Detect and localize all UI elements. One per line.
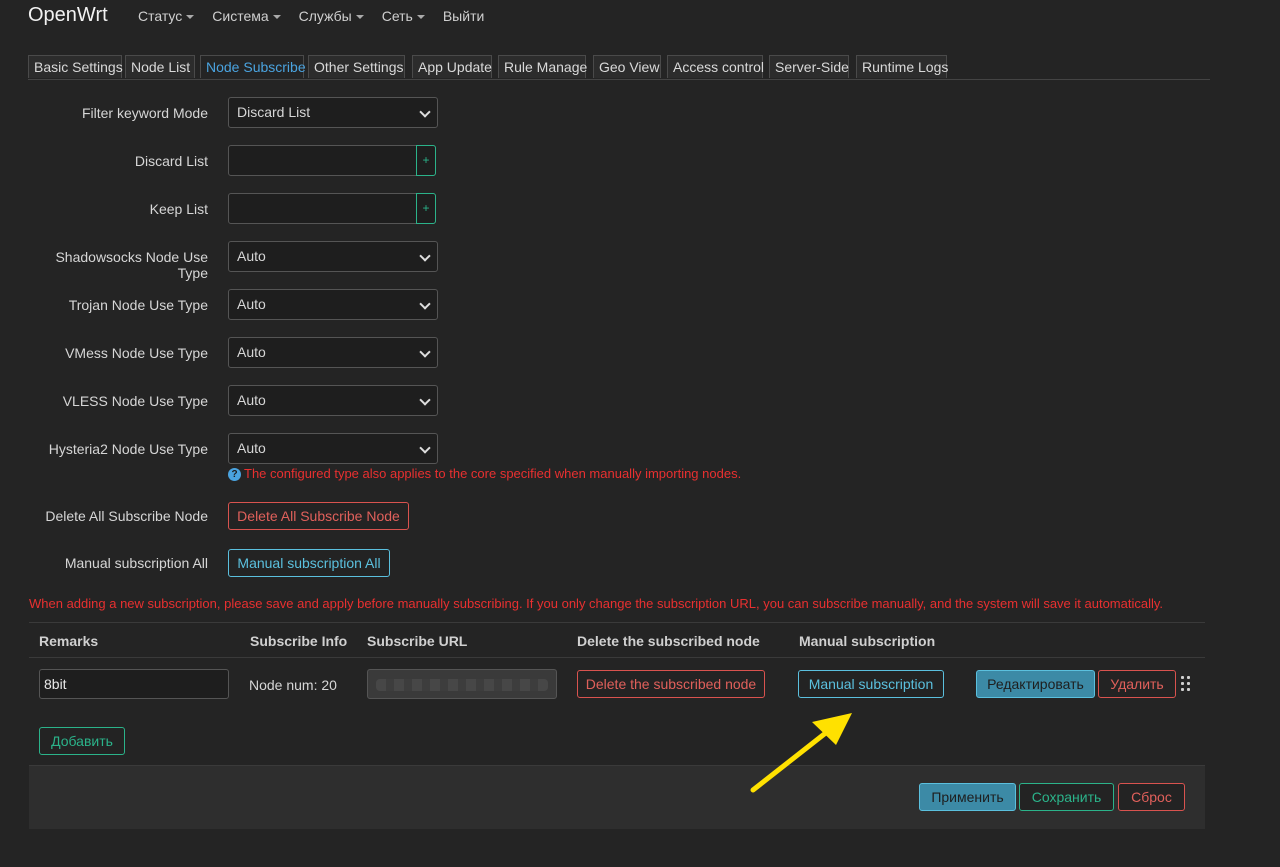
- vless-type-value: Auto: [237, 392, 266, 408]
- apply-button[interactable]: Применить: [919, 783, 1016, 811]
- table-header: Remarks Subscribe Info Subscribe URL Del…: [29, 622, 1205, 658]
- tab-app-update[interactable]: App Update: [412, 55, 492, 78]
- remarks-input[interactable]: 8bit: [39, 669, 229, 699]
- discard-list-label: Discard List: [134, 153, 208, 169]
- chevron-down-icon: [186, 15, 195, 20]
- chevron-down-icon: [355, 15, 364, 20]
- discard-list-add-button[interactable]: +: [416, 145, 436, 176]
- tab-server-side[interactable]: Server-Side: [769, 55, 849, 78]
- brand-logo[interactable]: OpenWrt: [28, 4, 108, 27]
- edit-button[interactable]: Редактировать: [976, 670, 1095, 698]
- filter-mode-label: Filter keyword Mode: [81, 105, 208, 121]
- save-warning: When adding a new subscription, please s…: [29, 596, 1164, 611]
- th-subscribe-url: Subscribe URL: [367, 633, 468, 649]
- save-button[interactable]: Сохранить: [1019, 783, 1114, 811]
- filter-mode-value: Discard List: [237, 104, 311, 120]
- tab-access-control[interactable]: Access control: [667, 55, 764, 78]
- tab-node-subscribe[interactable]: Node Subscribe: [200, 55, 306, 78]
- delete-all-label: Delete All Subscribe Node: [45, 508, 208, 524]
- manual-subscription-all-button[interactable]: Manual subscription All: [228, 549, 390, 577]
- tab-basic-settings[interactable]: Basic Settings: [28, 55, 123, 78]
- vless-type-label: VLESS Node Use Type: [62, 393, 208, 409]
- remove-button[interactable]: Удалить: [1098, 670, 1176, 698]
- trojan-type-select[interactable]: Auto: [228, 289, 438, 320]
- top-navbar: OpenWrt Статус Система Службы Сеть Выйти: [0, 0, 1280, 32]
- th-subscribe-info: Subscribe Info: [250, 633, 348, 649]
- hy2-type-value: Auto: [237, 440, 266, 456]
- redacted-url: [376, 679, 548, 691]
- subscribe-info-text: Node num: 20: [249, 677, 337, 693]
- menu-status-label: Статус: [138, 8, 183, 24]
- vmess-type-label: VMess Node Use Type: [65, 345, 208, 361]
- subscribe-url-input[interactable]: [367, 669, 557, 699]
- drag-handle-icon[interactable]: [1181, 676, 1191, 692]
- chevron-down-icon: [419, 394, 431, 406]
- keep-list-add-button[interactable]: +: [416, 193, 436, 224]
- type-hint-text: The configured type also applies to the …: [244, 466, 742, 481]
- chevron-down-icon: [419, 442, 431, 454]
- ss-type-select[interactable]: Auto: [228, 241, 438, 272]
- chevron-down-icon: [419, 298, 431, 310]
- vless-type-select[interactable]: Auto: [228, 385, 438, 416]
- th-remarks: Remarks: [39, 633, 99, 649]
- keep-list-input[interactable]: +: [228, 193, 436, 224]
- tab-geo-view[interactable]: Geo View: [593, 55, 661, 78]
- vmess-type-value: Auto: [237, 344, 266, 360]
- annotation-arrow-icon: [750, 713, 852, 793]
- menu-system-label: Система: [212, 8, 269, 24]
- delete-all-subscribe-button[interactable]: Delete All Subscribe Node: [228, 502, 409, 530]
- chevron-down-icon: [419, 346, 431, 358]
- ss-type-value: Auto: [237, 248, 266, 264]
- type-hint: ? The configured type also applies to the…: [228, 466, 741, 481]
- reset-button[interactable]: Сброс: [1118, 783, 1185, 811]
- manual-subscription-button[interactable]: Manual subscription: [798, 670, 944, 698]
- menu-logout[interactable]: Выйти: [443, 8, 484, 24]
- add-subscription-button[interactable]: Добавить: [39, 727, 125, 755]
- th-manual-subscription: Manual subscription: [799, 633, 936, 649]
- tab-bar: Basic Settings Node List Node Subscribe …: [28, 55, 1210, 80]
- manual-all-label: Manual subscription All: [64, 555, 208, 571]
- hy2-type-select[interactable]: Auto: [228, 433, 438, 464]
- menu-services[interactable]: Службы: [299, 8, 364, 24]
- th-delete-subscribed: Delete the subscribed node: [577, 633, 760, 649]
- help-icon: ?: [228, 468, 241, 481]
- chevron-down-icon: [416, 15, 425, 20]
- chevron-down-icon: [419, 106, 431, 118]
- discard-list-input[interactable]: +: [228, 145, 436, 176]
- tab-rule-manage[interactable]: Rule Manage: [498, 55, 587, 78]
- ss-type-label: Shadowsocks Node Use Type: [55, 249, 208, 281]
- chevron-down-icon: [419, 250, 431, 262]
- tab-other-settings[interactable]: Other Settings: [308, 55, 405, 78]
- menu-status[interactable]: Статус: [138, 8, 195, 24]
- menu-system[interactable]: Система: [212, 8, 281, 24]
- main-menu: Статус Система Службы Сеть Выйти: [138, 8, 502, 24]
- chevron-down-icon: [272, 15, 281, 20]
- menu-network-label: Сеть: [381, 8, 413, 24]
- tab-runtime-logs[interactable]: Runtime Logs: [856, 55, 948, 78]
- tab-node-list[interactable]: Node List: [125, 55, 195, 78]
- delete-subscribed-node-button[interactable]: Delete the subscribed node: [577, 670, 765, 698]
- menu-logout-label: Выйти: [442, 8, 485, 24]
- vmess-type-select[interactable]: Auto: [228, 337, 438, 368]
- menu-network[interactable]: Сеть: [382, 8, 425, 24]
- hy2-type-label: Hysteria2 Node Use Type: [48, 441, 208, 457]
- trojan-type-value: Auto: [237, 296, 266, 312]
- filter-mode-select[interactable]: Discard List: [228, 97, 438, 128]
- menu-services-label: Службы: [298, 8, 352, 24]
- trojan-type-label: Trojan Node Use Type: [68, 297, 208, 313]
- keep-list-label: Keep List: [149, 201, 208, 217]
